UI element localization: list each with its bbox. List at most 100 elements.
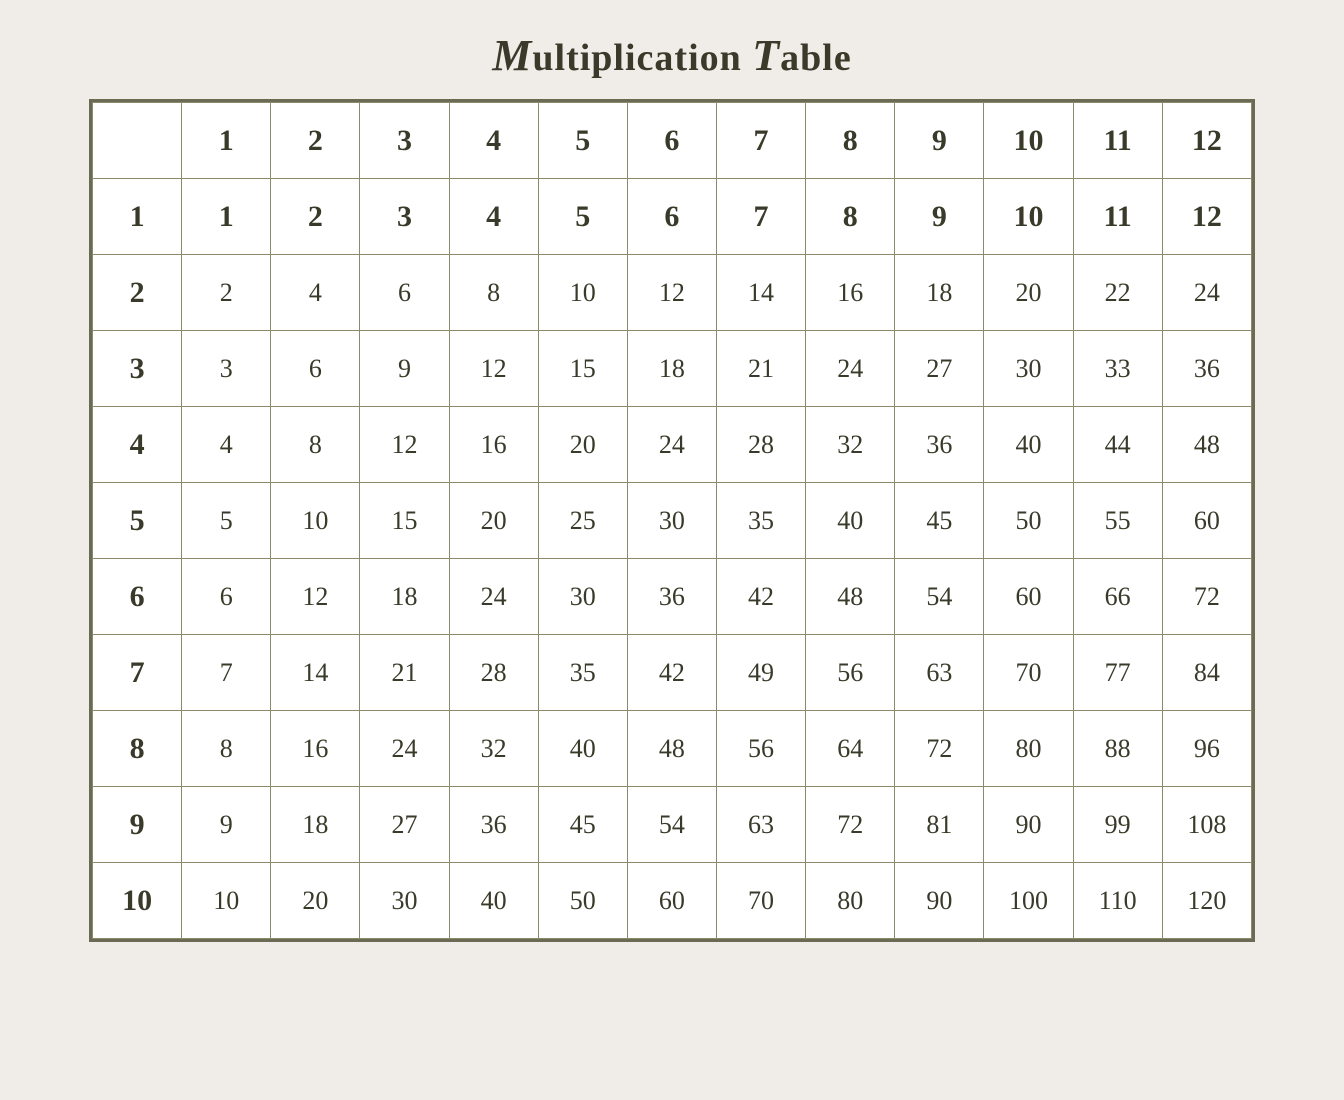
multiplication-table: 1234567891011121123456789101112224681012… <box>92 102 1252 939</box>
table-cell: 5 <box>182 483 271 559</box>
table-cell: 35 <box>538 635 627 711</box>
table-cell: 10 <box>182 863 271 939</box>
row-label-10: 10 <box>93 863 182 939</box>
table-cell: 66 <box>1073 559 1162 635</box>
table-cell: 18 <box>360 559 449 635</box>
table-cell: 72 <box>806 787 895 863</box>
table-cell: 50 <box>538 863 627 939</box>
table-cell: 55 <box>1073 483 1162 559</box>
table-cell: 27 <box>360 787 449 863</box>
header-col-6: 6 <box>627 103 716 179</box>
table-cell: 14 <box>271 635 360 711</box>
table-cell: 8 <box>271 407 360 483</box>
row-label-5: 5 <box>93 483 182 559</box>
table-cell: 8 <box>806 179 895 255</box>
table-cell: 56 <box>716 711 805 787</box>
table-cell: 32 <box>806 407 895 483</box>
table-cell: 40 <box>538 711 627 787</box>
table-cell: 90 <box>895 863 984 939</box>
table-cell: 70 <box>984 635 1073 711</box>
table-cell: 6 <box>627 179 716 255</box>
table-cell: 12 <box>271 559 360 635</box>
table-row: 661218243036424854606672 <box>93 559 1252 635</box>
table-cell: 84 <box>1162 635 1251 711</box>
table-cell: 14 <box>716 255 805 331</box>
table-cell: 20 <box>271 863 360 939</box>
table-cell: 12 <box>1162 179 1251 255</box>
table-cell: 6 <box>271 331 360 407</box>
table-cell: 18 <box>895 255 984 331</box>
table-cell: 36 <box>449 787 538 863</box>
table-cell: 60 <box>984 559 1073 635</box>
row-label-1: 1 <box>93 179 182 255</box>
table-cell: 3 <box>360 179 449 255</box>
table-cell: 48 <box>627 711 716 787</box>
table-cell: 7 <box>716 179 805 255</box>
table-cell: 36 <box>895 407 984 483</box>
table-cell: 40 <box>449 863 538 939</box>
table-cell: 16 <box>271 711 360 787</box>
table-cell: 16 <box>806 255 895 331</box>
table-cell: 10 <box>984 179 1073 255</box>
header-empty-cell <box>93 103 182 179</box>
table-cell: 90 <box>984 787 1073 863</box>
table-cell: 4 <box>182 407 271 483</box>
table-cell: 20 <box>984 255 1073 331</box>
table-cell: 30 <box>360 863 449 939</box>
table-cell: 40 <box>806 483 895 559</box>
table-cell: 60 <box>627 863 716 939</box>
table-cell: 28 <box>716 407 805 483</box>
table-cell: 33 <box>1073 331 1162 407</box>
table-cell: 6 <box>182 559 271 635</box>
table-cell: 9 <box>360 331 449 407</box>
table-cell: 64 <box>806 711 895 787</box>
table-row: 9918273645546372819099108 <box>93 787 1252 863</box>
header-col-9: 9 <box>895 103 984 179</box>
table-cell: 21 <box>360 635 449 711</box>
header-col-12: 12 <box>1162 103 1251 179</box>
table-cell: 2 <box>271 179 360 255</box>
table-cell: 22 <box>1073 255 1162 331</box>
table-row: 44812162024283236404448 <box>93 407 1252 483</box>
table-cell: 3 <box>182 331 271 407</box>
table-cell: 48 <box>1162 407 1251 483</box>
row-label-9: 9 <box>93 787 182 863</box>
table-cell: 36 <box>627 559 716 635</box>
table-cell: 96 <box>1162 711 1251 787</box>
table-row: 1123456789101112 <box>93 179 1252 255</box>
table-cell: 30 <box>627 483 716 559</box>
table-cell: 110 <box>1073 863 1162 939</box>
table-cell: 56 <box>806 635 895 711</box>
table-cell: 108 <box>1162 787 1251 863</box>
table-cell: 88 <box>1073 711 1162 787</box>
table-cell: 99 <box>1073 787 1162 863</box>
table-cell: 21 <box>716 331 805 407</box>
table-cell: 81 <box>895 787 984 863</box>
table-cell: 54 <box>627 787 716 863</box>
table-cell: 15 <box>538 331 627 407</box>
multiplication-table-wrapper: 1234567891011121123456789101112224681012… <box>89 99 1255 942</box>
table-cell: 42 <box>716 559 805 635</box>
table-cell: 24 <box>627 407 716 483</box>
table-cell: 35 <box>716 483 805 559</box>
row-label-8: 8 <box>93 711 182 787</box>
header-col-1: 1 <box>182 103 271 179</box>
table-cell: 80 <box>984 711 1073 787</box>
table-cell: 7 <box>182 635 271 711</box>
row-label-4: 4 <box>93 407 182 483</box>
table-cell: 20 <box>538 407 627 483</box>
table-cell: 24 <box>449 559 538 635</box>
table-cell: 42 <box>627 635 716 711</box>
table-cell: 6 <box>360 255 449 331</box>
table-cell: 63 <box>716 787 805 863</box>
table-row: 771421283542495663707784 <box>93 635 1252 711</box>
table-row: 551015202530354045505560 <box>93 483 1252 559</box>
table-cell: 72 <box>1162 559 1251 635</box>
table-cell: 45 <box>538 787 627 863</box>
table-cell: 10 <box>538 255 627 331</box>
table-cell: 10 <box>271 483 360 559</box>
table-cell: 18 <box>627 331 716 407</box>
table-cell: 27 <box>895 331 984 407</box>
header-col-7: 7 <box>716 103 805 179</box>
header-col-4: 4 <box>449 103 538 179</box>
